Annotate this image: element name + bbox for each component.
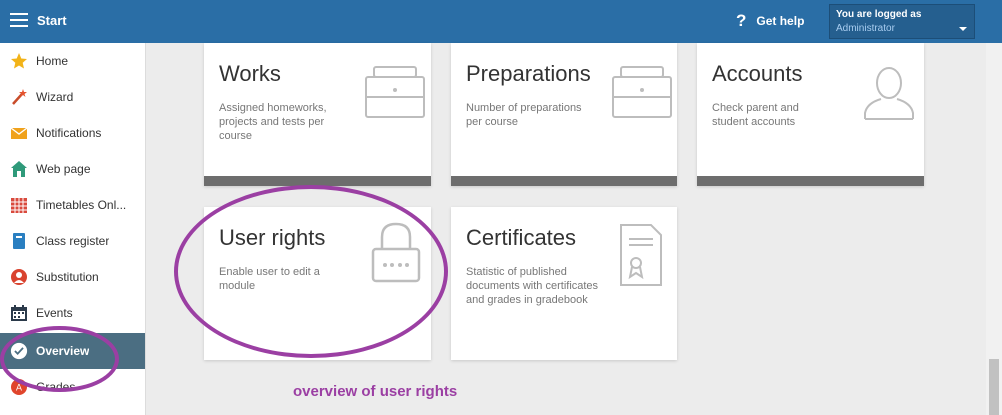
certificate-icon bbox=[620, 224, 662, 286]
hamburger-menu-icon[interactable] bbox=[10, 13, 28, 27]
get-help-button[interactable]: ? Get help bbox=[736, 11, 804, 31]
sidebar-item-label: Timetables Onl... bbox=[36, 198, 127, 212]
scrollbar-thumb[interactable] bbox=[989, 359, 999, 415]
star-icon bbox=[10, 52, 28, 70]
logged-user: Administrator bbox=[836, 23, 895, 34]
card-title: Preparations bbox=[466, 61, 591, 86]
user-dropdown[interactable]: You are logged as Administrator bbox=[829, 4, 975, 39]
scrollbar[interactable] bbox=[986, 43, 1002, 415]
grid-icon bbox=[10, 196, 28, 214]
book-icon bbox=[10, 232, 28, 250]
sidebar-item-label: Wizard bbox=[36, 90, 74, 104]
sidebar-item-web-page[interactable]: Web page bbox=[0, 151, 145, 187]
annotation-ellipse-user-rights bbox=[174, 185, 448, 358]
sidebar-item-substitution[interactable]: Substitution bbox=[0, 259, 145, 295]
card-footer-bar bbox=[451, 176, 677, 186]
card-title: Certificates bbox=[466, 225, 577, 250]
sidebar-item-home[interactable]: Home bbox=[0, 43, 145, 79]
card-description: Number of preparations per course bbox=[466, 102, 582, 128]
sidebar-item-events[interactable]: Events bbox=[0, 295, 145, 331]
get-help-label: Get help bbox=[756, 14, 805, 28]
card-preparations[interactable]: Preparations Number of preparations per … bbox=[451, 43, 677, 186]
person-icon bbox=[10, 268, 28, 286]
sidebar-item-label: Notifications bbox=[36, 126, 102, 140]
logged-label: You are logged as bbox=[836, 9, 922, 20]
sidebar-item-label: Class register bbox=[36, 234, 110, 248]
sidebar-item-label: Substitution bbox=[36, 270, 99, 284]
card-accounts[interactable]: Accounts Check parent and student accoun… bbox=[697, 43, 924, 186]
annotation-text: overview of user rights bbox=[293, 383, 458, 400]
wand-icon bbox=[10, 88, 28, 106]
sidebar-item-wizard[interactable]: Wizard bbox=[0, 79, 145, 115]
envelope-icon bbox=[10, 124, 28, 142]
chevron-down-icon bbox=[959, 27, 967, 31]
card-works[interactable]: Works Assigned homeworks, projects and t… bbox=[204, 43, 431, 186]
sidebar-item-label: Home bbox=[36, 54, 69, 68]
sidebar-item-notifications[interactable]: Notifications bbox=[0, 115, 145, 151]
calendar-icon bbox=[10, 304, 28, 322]
house-icon bbox=[10, 160, 28, 178]
card-description: Statistic of published documents with ce… bbox=[466, 266, 599, 306]
app-title[interactable]: Start bbox=[37, 13, 67, 28]
card-description: Assigned homeworks, projects and tests p… bbox=[219, 102, 327, 142]
sidebar-item-timetables[interactable]: Timetables Onl... bbox=[0, 187, 145, 223]
sidebar-item-class-register[interactable]: Class register bbox=[0, 223, 145, 259]
sidebar-item-label: Web page bbox=[36, 162, 91, 176]
sidebar-item-label: Events bbox=[36, 306, 73, 320]
help-icon: ? bbox=[736, 11, 747, 30]
card-title: Accounts bbox=[712, 61, 803, 86]
annotation-ellipse-overview bbox=[0, 326, 119, 392]
top-bar: Start ? Get help You are logged as Admin… bbox=[0, 0, 1002, 43]
card-title: Works bbox=[219, 61, 281, 86]
briefcase-icon bbox=[612, 66, 672, 118]
card-description: Check parent and student accounts bbox=[712, 102, 799, 128]
card-certificates[interactable]: Certificates Statistic of published docu… bbox=[451, 207, 677, 360]
user-icon bbox=[864, 67, 914, 120]
briefcase-icon bbox=[365, 66, 425, 118]
card-footer-bar bbox=[697, 176, 924, 186]
